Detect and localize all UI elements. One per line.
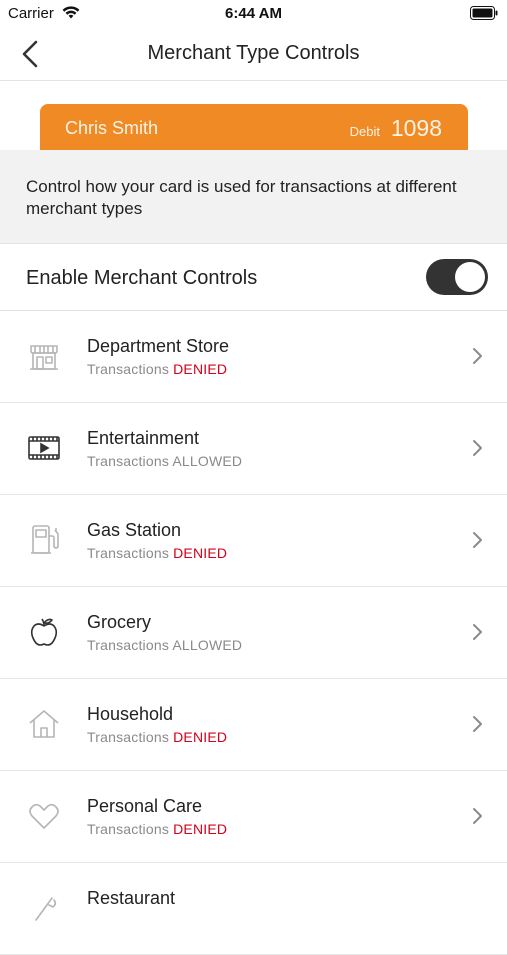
card-last4: 1098 xyxy=(390,115,442,141)
battery-icon xyxy=(470,6,498,20)
status-denied-badge: DENIED xyxy=(173,361,228,377)
transaction-status: Transactions DENIED xyxy=(87,821,228,837)
transaction-status: Transactions DENIED xyxy=(87,361,228,377)
transaction-status: Transactions DENIED xyxy=(87,545,228,561)
merchant-item-restaurant[interactable]: Restaurant xyxy=(0,863,507,955)
transaction-status: Transactions DENIED xyxy=(87,729,228,745)
status-bar: Carrier 6:44 AM xyxy=(0,0,507,28)
merchant-item-personal-care[interactable]: Personal Care Transactions DENIED xyxy=(0,771,507,863)
merchant-name: Entertainment xyxy=(87,428,200,448)
merchant-item-entertainment[interactable]: Entertainment Transactions ALLOWED xyxy=(0,403,507,495)
chevron-right-icon xyxy=(473,808,482,824)
enable-merchant-controls-toggle[interactable] xyxy=(426,259,488,295)
merchant-name: Restaurant xyxy=(87,888,176,908)
merchant-name: Household xyxy=(87,704,174,724)
merchant-item-department-store[interactable]: Department Store Transactions DENIED xyxy=(0,311,507,403)
merchant-name: Gas Station xyxy=(87,520,182,540)
merchant-name: Personal Care xyxy=(87,796,203,816)
chevron-right-icon xyxy=(473,716,482,732)
merchant-name: Grocery xyxy=(87,612,152,632)
merchant-item-grocery[interactable]: Grocery Transactions ALLOWED xyxy=(0,587,507,679)
transaction-status: Transactions ALLOWED xyxy=(87,637,243,653)
film-icon xyxy=(28,436,60,460)
storefront-icon xyxy=(30,345,58,370)
card-type-label: Debit xyxy=(349,124,380,139)
status-allowed-badge: ALLOWED xyxy=(172,453,243,469)
merchant-list: Department Store Transactions DENIED Ent… xyxy=(0,311,507,955)
clock: 6:44 AM xyxy=(225,5,282,22)
status-denied-badge: DENIED xyxy=(173,821,228,837)
apple-icon xyxy=(30,618,58,646)
enable-merchant-controls-row: Enable Merchant Controls xyxy=(0,244,507,311)
chevron-right-icon xyxy=(473,348,482,364)
utensils-icon xyxy=(35,897,57,921)
status-denied-badge: DENIED xyxy=(173,545,228,561)
navigation-bar: Merchant Type Controls xyxy=(0,28,507,81)
chevron-right-icon xyxy=(473,624,482,640)
merchant-item-household[interactable]: Household Transactions DENIED xyxy=(0,679,507,771)
heart-icon xyxy=(29,803,59,829)
house-icon xyxy=(29,710,59,738)
toggle-knob xyxy=(455,262,485,292)
debit-card: Chris Smith Debit 1098 xyxy=(40,104,468,150)
description-text: Control how your card is used for transa… xyxy=(26,177,457,218)
description-panel: Control how your card is used for transa… xyxy=(0,150,507,244)
card-holder-name: Chris Smith xyxy=(65,118,159,138)
fuel-pump-icon xyxy=(31,525,59,554)
chevron-right-icon xyxy=(473,440,482,456)
card-header: Chris Smith Debit 1098 xyxy=(0,80,507,150)
merchant-item-gas-station[interactable]: Gas Station Transactions DENIED xyxy=(0,495,507,587)
chevron-right-icon xyxy=(473,532,482,548)
merchant-name: Department Store xyxy=(87,336,230,356)
page-title: Merchant Type Controls xyxy=(147,42,360,64)
status-allowed-badge: ALLOWED xyxy=(172,637,243,653)
transaction-status: Transactions ALLOWED xyxy=(87,453,243,469)
enable-merchant-controls-label: Enable Merchant Controls xyxy=(26,267,258,289)
status-denied-badge: DENIED xyxy=(173,729,228,745)
